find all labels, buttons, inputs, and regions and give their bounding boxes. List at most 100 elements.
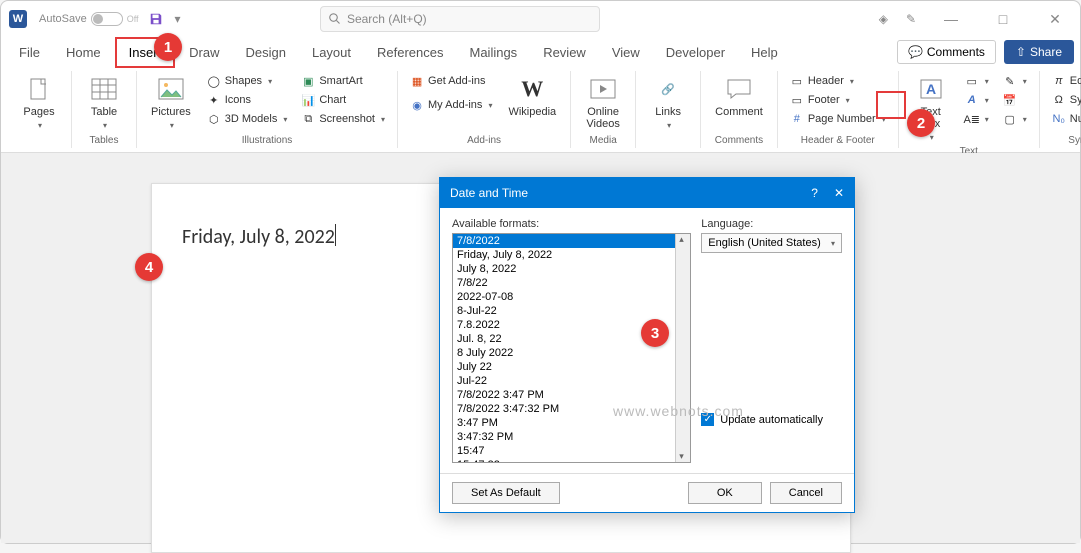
links-button[interactable]: 🔗 Links▾ (646, 73, 690, 132)
tab-mailings[interactable]: Mailings (458, 39, 530, 66)
group-illustrations: Pictures▾ ◯Shapes▾ ✦Icons ⬡3D Models▾ ▣S… (137, 71, 398, 148)
symbols-group-label: Symbols (1050, 135, 1081, 146)
format-item[interactable]: July 22 (453, 360, 690, 374)
object-button[interactable]: ▢▾ (1001, 111, 1029, 127)
tab-review[interactable]: Review (531, 39, 598, 66)
addins-icon: ◉ (410, 98, 424, 112)
format-item[interactable]: 3:47:32 PM (453, 430, 690, 444)
smartart-icon: ▣ (301, 74, 315, 88)
tab-file[interactable]: File (7, 39, 52, 66)
annotation-marker-4: 4 (135, 253, 163, 281)
icons-button[interactable]: ✦Icons (205, 92, 290, 108)
smartart-button[interactable]: ▣SmartArt (299, 73, 387, 89)
group-tables: Table▾ Tables (72, 71, 137, 148)
dialog-titlebar[interactable]: Date and Time ? ✕ (440, 178, 854, 208)
online-videos-button[interactable]: Online Videos (581, 73, 625, 132)
format-item[interactable]: July 8, 2022 (453, 262, 690, 276)
close-button[interactable]: ✕ (1038, 11, 1072, 28)
tab-developer[interactable]: Developer (654, 39, 737, 66)
comment-bubble-icon: 💬 (908, 45, 923, 59)
cancel-button[interactable]: Cancel (770, 482, 842, 504)
comments-group-label: Comments (711, 135, 767, 146)
autosave-label: AutoSave (39, 13, 87, 25)
ok-button[interactable]: OK (688, 482, 762, 504)
tab-references[interactable]: References (365, 39, 455, 66)
format-item[interactable]: 7/8/22 (453, 276, 690, 290)
addins-group-label: Add-ins (408, 135, 560, 146)
equation-icon: π (1052, 74, 1066, 88)
my-addins-button[interactable]: ◉My Add-ins▾ (408, 97, 494, 113)
footer-button[interactable]: ▭Footer▾ (788, 92, 888, 108)
dropcap-button[interactable]: A≣▾ (963, 111, 991, 127)
word-app-icon: W (9, 10, 27, 28)
wordart-button[interactable]: A▾ (963, 92, 991, 108)
chart-button[interactable]: 📊Chart (299, 92, 387, 108)
minimize-button[interactable]: — (934, 11, 968, 27)
toggle-switch[interactable] (91, 12, 123, 26)
wikipedia-button[interactable]: W Wikipedia (504, 73, 560, 120)
format-item[interactable]: 15:47:32 (453, 458, 690, 463)
table-icon (90, 75, 118, 103)
comment-button[interactable]: Comment (711, 73, 767, 120)
tab-home[interactable]: Home (54, 39, 113, 66)
equation-button[interactable]: πEquation▾ (1050, 73, 1081, 89)
tab-draw[interactable]: Draw (177, 39, 231, 66)
tab-design[interactable]: Design (234, 39, 298, 66)
format-item[interactable]: 2022-07-08 (453, 290, 690, 304)
tab-help[interactable]: Help (739, 39, 790, 66)
store-icon: ▦ (410, 74, 424, 88)
tab-layout[interactable]: Layout (300, 39, 363, 66)
format-item[interactable]: Friday, July 8, 2022 (453, 248, 690, 262)
group-media: Online Videos Media (571, 71, 636, 148)
search-icon (329, 13, 341, 25)
share-icon: ⇧ (1016, 45, 1026, 59)
group-comments: Comment Comments (701, 71, 778, 148)
set-default-button[interactable]: Set As Default (452, 482, 560, 504)
header-button[interactable]: ▭Header▾ (788, 73, 888, 89)
diamond-icon[interactable]: ◈ (879, 12, 888, 26)
shapes-button[interactable]: ◯Shapes▾ (205, 73, 290, 89)
help-icon[interactable]: ? (811, 186, 818, 200)
autosave-toggle[interactable]: AutoSave Off (39, 12, 139, 26)
videos-label: Online Videos (585, 106, 621, 130)
format-item[interactable]: 7/8/2022 (453, 234, 690, 248)
scrollbar[interactable] (675, 234, 690, 462)
formats-listbox[interactable]: 7/8/2022 Friday, July 8, 2022 July 8, 20… (452, 233, 691, 463)
maximize-button[interactable]: □ (986, 11, 1020, 27)
pages-button[interactable]: Pages▾ (17, 73, 61, 132)
quick-parts-button[interactable]: ▭▾ (963, 73, 991, 89)
undo-icon[interactable]: ▾ (175, 12, 181, 26)
page-number-button[interactable]: #Page Number▾ (788, 111, 888, 127)
pen-icon[interactable]: ✎ (906, 12, 916, 26)
close-icon[interactable]: ✕ (834, 186, 844, 200)
number-button[interactable]: N₀Number (1050, 111, 1081, 127)
save-icon[interactable] (149, 12, 163, 26)
comment-icon (725, 75, 753, 103)
shapes-icon: ◯ (207, 74, 221, 88)
pictures-button[interactable]: Pictures▾ (147, 73, 195, 132)
symbol-button[interactable]: ΩSymbol▾ (1050, 92, 1081, 108)
3dmodels-button[interactable]: ⬡3D Models▾ (205, 111, 290, 127)
object-icon: ▢ (1003, 112, 1017, 126)
chevron-down-icon: ▾ (831, 239, 835, 248)
tab-view[interactable]: View (600, 39, 652, 66)
share-label: Share (1030, 45, 1062, 59)
annotation-marker-1: 1 (154, 33, 182, 61)
get-addins-button[interactable]: ▦Get Add-ins (408, 73, 494, 89)
language-select[interactable]: English (United States) ▾ (701, 233, 842, 253)
comments-button[interactable]: 💬 Comments (897, 40, 996, 64)
format-item[interactable]: 8 July 2022 (453, 346, 690, 360)
format-item[interactable]: 7/8/2022 3:47 PM (453, 388, 690, 402)
search-placeholder: Search (Alt+Q) (347, 12, 427, 26)
format-item[interactable]: Jul-22 (453, 374, 690, 388)
format-item[interactable]: 8-Jul-22 (453, 304, 690, 318)
share-button[interactable]: ⇧ Share (1004, 40, 1074, 64)
pages-label: Pages (23, 106, 54, 118)
annotation-marker-2: 2 (907, 109, 935, 137)
signature-button[interactable]: ✎▾ (1001, 73, 1029, 89)
search-input[interactable]: Search (Alt+Q) (320, 6, 600, 32)
screenshot-button[interactable]: ⧉Screenshot▾ (299, 111, 387, 127)
table-button[interactable]: Table▾ (82, 73, 126, 132)
date-time-button[interactable]: 📅 (1001, 92, 1029, 108)
format-item[interactable]: 15:47 (453, 444, 690, 458)
